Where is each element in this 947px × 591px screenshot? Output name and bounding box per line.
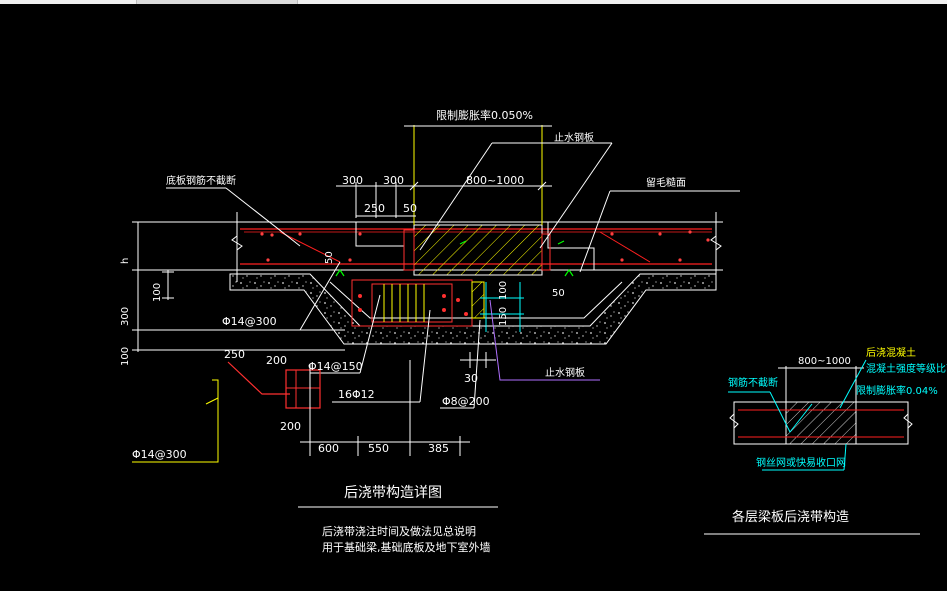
dim-250: 250 [364, 202, 385, 215]
dim-200a: 200 [266, 354, 287, 367]
dim-30: 30 [464, 372, 478, 385]
label-rebar-ratio: 限制膨胀率0.050% [436, 108, 533, 122]
label-rough-surface: 留毛糙面 [646, 176, 686, 189]
dim-100a: 100 [152, 283, 163, 302]
dim-50a: 50 [403, 202, 417, 215]
dim-385: 385 [428, 442, 449, 455]
side-detail-title: 各层梁板后浇带构造 [732, 509, 849, 525]
dim-200b: 200 [280, 420, 301, 433]
main-detail-title: 后浇带构造详图 [344, 485, 442, 501]
dim-300b: 300 [383, 174, 404, 187]
dim-250b: 250 [224, 348, 245, 361]
side-label-ratio: 限制膨胀率0.04% [856, 384, 938, 397]
side-label-concrete: 混凝土强度等级比两侧 [866, 362, 947, 375]
dim-50b: 50 [324, 251, 335, 264]
dim-550: 550 [368, 442, 389, 455]
dim-800-1000: 800~1000 [466, 174, 524, 187]
rebar-phi8-200: Φ8@200 [442, 395, 490, 408]
side-label-bottom: 钢丝网或快易收口网 [756, 456, 846, 469]
dim-600: 600 [318, 442, 339, 455]
dim-150: 150 [498, 307, 509, 326]
label-waterstop-plate-2: 止水钢板 [545, 366, 585, 379]
cad-drawing-canvas[interactable]: 限制膨胀率0.050% 止水钢板 底板钢筋不截断 留毛糙面 止水钢板 300 3… [0, 0, 947, 591]
dim-300c: 300 [120, 307, 131, 326]
side-label-rebar: 钢筋不截断 [728, 376, 778, 389]
dim-50c: 50 [552, 288, 565, 299]
main-detail-note-2: 用于基础梁,基础底板及地下室外墙 [322, 540, 491, 554]
rebar-phi14-300b: Φ14@300 [132, 448, 187, 461]
dim-100b: 100 [120, 347, 131, 366]
side-label-pour: 后浇混凝土 [866, 346, 916, 359]
dim-300a: 300 [342, 174, 363, 187]
side-dim-800-1000: 800~1000 [798, 356, 851, 367]
dim-100c: 100 [498, 281, 509, 300]
rebar-16phi12: 16Φ12 [338, 388, 375, 401]
rebar-phi14-300: Φ14@300 [222, 315, 277, 328]
label-waterstop-plate: 止水钢板 [554, 131, 594, 144]
main-detail-note-1: 后浇带浇注时间及做法见总说明 [322, 524, 476, 538]
label-bottom-rebar: 底板钢筋不截断 [166, 174, 236, 187]
rebar-phi14-150: Φ14@150 [308, 360, 363, 373]
dim-h: h [120, 258, 131, 264]
